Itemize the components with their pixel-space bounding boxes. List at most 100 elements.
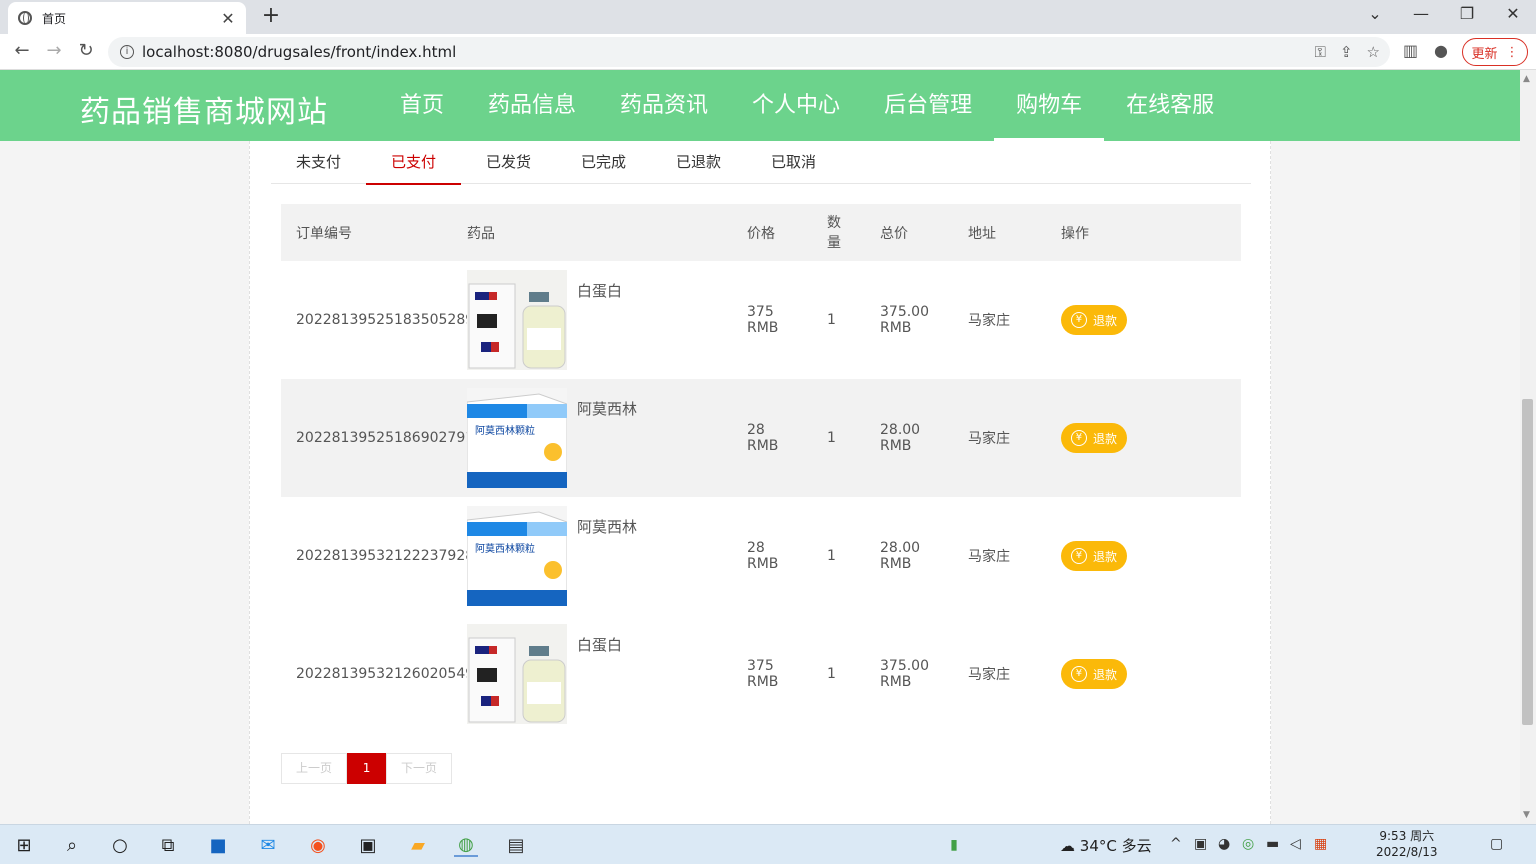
browser-tab[interactable]: 首页 ✕ [8, 2, 246, 34]
windows-start-icon[interactable]: ⊞ [12, 833, 36, 857]
next-page-button[interactable]: 下一页 [386, 753, 453, 784]
tray-app-icon[interactable]: ▣ [1194, 836, 1207, 852]
weather-widget[interactable]: ☁ 34°C 多云 [1060, 835, 1152, 856]
volume-icon[interactable]: ◁ [1290, 836, 1301, 852]
tray-chevron-icon[interactable]: ^ [1170, 836, 1182, 852]
amoxicillin-product-image[interactable]: 阿莫西林颗粒 [467, 506, 567, 606]
minimize-button[interactable]: — [1408, 4, 1434, 23]
price-unit: RMB [747, 320, 779, 336]
header-drug: 药品 [467, 225, 495, 242]
site-logo[interactable]: 药品销售商城网站 [80, 87, 328, 131]
total-unit: RMB [880, 556, 912, 572]
table-row: 20228139525183505289 白蛋白 375 RMB 1 375.00… [281, 261, 1241, 379]
order-id: 20228139532122237928 [296, 548, 475, 564]
refund-button[interactable]: ¥ 退款 [1061, 541, 1127, 571]
page-number-button[interactable]: 1 [347, 753, 387, 784]
nav-cart[interactable]: 购物车 [994, 70, 1105, 141]
total-value: 28.00 [880, 422, 921, 438]
albumin-product-image[interactable] [467, 624, 567, 724]
total-value: 28.00 [880, 540, 921, 556]
refund-label: 退款 [1092, 313, 1117, 328]
cortana-icon[interactable]: ○ [108, 833, 132, 857]
tab-completed[interactable]: 已完成 [556, 141, 651, 184]
address-value: 马家庄 [968, 313, 1010, 329]
albumin-product-image[interactable] [467, 270, 567, 370]
nav-customer-service[interactable]: 在线客服 [1104, 70, 1236, 141]
url-text: localhost:8080/drugsales/front/index.htm… [142, 43, 457, 61]
weather-temp: 34°C [1079, 837, 1117, 855]
file-explorer-icon[interactable]: ▰ [406, 833, 430, 857]
tab-cancelled[interactable]: 已取消 [746, 141, 841, 184]
bookmark-star-icon[interactable]: ☆ [1367, 43, 1380, 61]
address-bar[interactable]: i localhost:8080/drugsales/front/index.h… [108, 37, 1390, 67]
tab-search-icon[interactable]: ⌄ [1362, 4, 1388, 23]
drug-name[interactable]: 阿莫西林 [577, 516, 637, 537]
side-panel-icon[interactable]: ▥ [1403, 41, 1418, 60]
notification-icon[interactable]: ▢ [1490, 836, 1503, 852]
drug-name[interactable]: 白蛋白 [577, 280, 622, 301]
weather-desc: 多云 [1121, 837, 1152, 855]
more-menu-icon[interactable]: ⋮ [1506, 45, 1519, 60]
price-value: 28 [747, 540, 765, 556]
table-row: 20228139532126020549 白蛋白 375 RMB 1 375.00… [281, 615, 1241, 733]
tray-sync-icon[interactable]: ◎ [1242, 836, 1254, 852]
battery-icon[interactable]: ▮ [942, 833, 966, 857]
yen-icon: ¥ [1070, 548, 1087, 564]
key-icon[interactable]: ⚿ [1315, 43, 1326, 61]
back-icon[interactable]: ← [11, 41, 33, 61]
forward-icon[interactable]: → [43, 41, 65, 61]
qty-value: 1 [827, 430, 836, 446]
network-icon[interactable]: ▬ [1266, 836, 1279, 852]
refund-button[interactable]: ¥ 退款 [1061, 659, 1127, 689]
reload-icon[interactable]: ↻ [75, 41, 97, 61]
clock-time: 9:53 周六 [1379, 829, 1435, 843]
price-unit: RMB [747, 674, 779, 690]
chrome-icon[interactable]: ◍ [454, 833, 478, 857]
page-scrollbar[interactable]: ▲ ▼ [1520, 70, 1536, 824]
input-method-icon[interactable]: ▦ [1314, 836, 1327, 852]
nav-home[interactable]: 首页 [378, 70, 466, 141]
tab-title: 首页 [42, 11, 67, 26]
order-status-tabs: 未支付 已支付 已发货 已完成 已退款 已取消 [271, 141, 1251, 185]
scrollbar-thumb[interactable] [1522, 399, 1533, 725]
scroll-up-icon[interactable]: ▲ [1523, 74, 1530, 84]
scroll-down-icon[interactable]: ▼ [1523, 810, 1530, 820]
restore-button[interactable]: ❐ [1454, 4, 1480, 23]
tab-paid[interactable]: 已支付 [366, 141, 461, 185]
tab-unpaid[interactable]: 未支付 [271, 141, 366, 184]
refund-button[interactable]: ¥ 退款 [1061, 423, 1127, 453]
new-tab-button[interactable]: + [260, 5, 282, 27]
nav-personal-center[interactable]: 个人中心 [730, 70, 862, 141]
mail-icon[interactable]: ✉ [256, 833, 280, 857]
drug-name[interactable]: 白蛋白 [577, 634, 622, 655]
nav-drug-news[interactable]: 药品资讯 [598, 70, 730, 141]
terminal-app-icon[interactable]: ▤ [504, 833, 528, 857]
firefox-icon[interactable]: ◉ [306, 833, 330, 857]
address-value: 马家庄 [968, 549, 1010, 565]
tab-refunded[interactable]: 已退款 [651, 141, 746, 184]
task-view-icon[interactable]: ⧉ [156, 833, 180, 857]
update-button[interactable]: 更新 ⋮ [1462, 38, 1528, 66]
drug-name[interactable]: 阿莫西林 [577, 398, 637, 419]
refund-button[interactable]: ¥ 退款 [1061, 305, 1127, 335]
qty-value: 1 [827, 312, 836, 328]
nav-admin[interactable]: 后台管理 [862, 70, 994, 141]
close-tab-icon[interactable]: ✕ [220, 9, 236, 28]
search-icon[interactable]: ⌕ [60, 833, 84, 857]
total-unit: RMB [880, 674, 912, 690]
address-value: 马家庄 [968, 667, 1010, 683]
tab-shipped[interactable]: 已发货 [461, 141, 556, 184]
system-clock[interactable]: 9:53 周六 2022/8/13 [1376, 828, 1438, 860]
qq-icon[interactable]: ◕ [1218, 836, 1230, 852]
amoxicillin-product-image[interactable]: 阿莫西林颗粒 [467, 388, 567, 488]
share-icon[interactable]: ⇪ [1340, 43, 1353, 61]
prev-page-button[interactable]: 上一页 [281, 753, 348, 784]
site-info-icon[interactable]: i [120, 45, 134, 59]
intellij-icon[interactable]: ▣ [356, 833, 380, 857]
nav-drug-info[interactable]: 药品信息 [466, 70, 598, 141]
price-value: 28 [747, 422, 765, 438]
close-window-button[interactable]: ✕ [1500, 4, 1526, 23]
total-value: 375.00 [880, 304, 929, 320]
profile-icon[interactable]: ● [1434, 41, 1448, 60]
store-icon[interactable]: ■ [206, 833, 230, 857]
